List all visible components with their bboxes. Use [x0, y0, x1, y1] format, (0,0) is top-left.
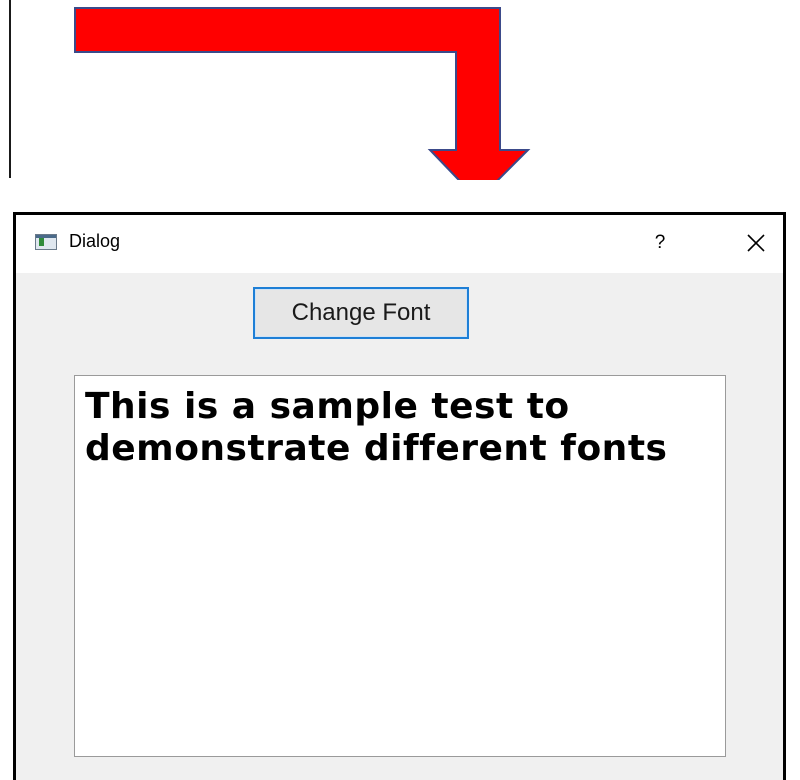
dialog-title: Dialog: [69, 231, 121, 251]
change-font-button[interactable]: Change Font: [253, 287, 469, 339]
title-bar: Dialog ?: [16, 215, 783, 273]
dialog-window: Dialog ? Change Font This is a sample te…: [13, 212, 786, 780]
sample-text: This is a sample test to demonstrate dif…: [85, 386, 668, 469]
close-icon: [747, 234, 765, 252]
close-button[interactable]: [736, 225, 776, 261]
text-edit-area[interactable]: This is a sample test to demonstrate dif…: [74, 375, 726, 757]
help-button[interactable]: ?: [640, 225, 680, 261]
bent-arrow-down-icon: [74, 7, 560, 200]
window-app-icon: [35, 234, 57, 250]
image-border-line: [9, 0, 11, 178]
